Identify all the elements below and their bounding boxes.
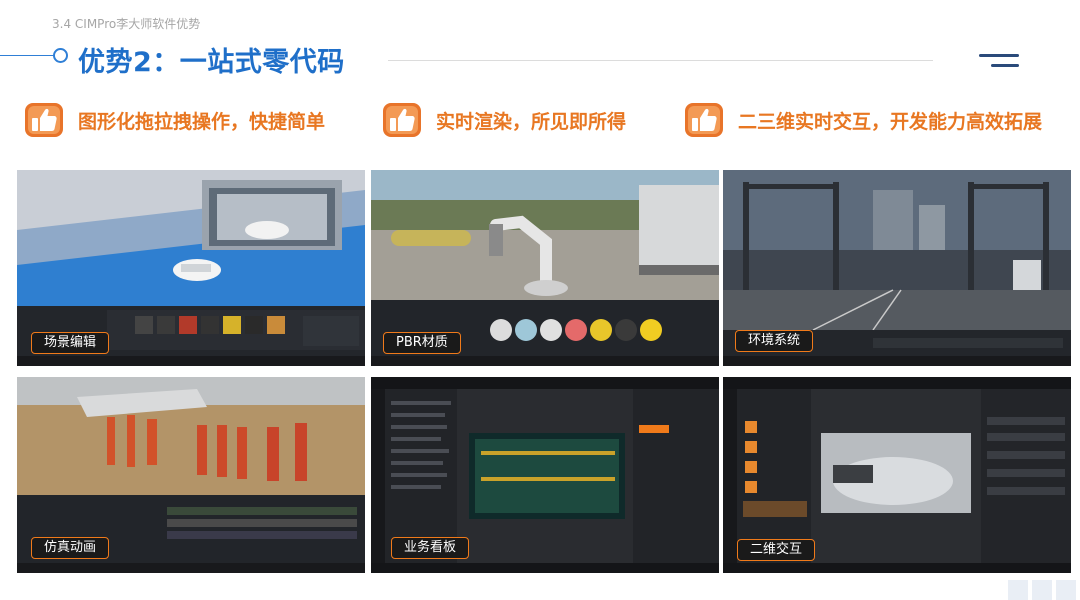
screenshot-business-dashboard[interactable]: 业务看板 — [371, 377, 719, 573]
feature-text: 实时渲染，所见即所得 — [436, 110, 627, 133]
title-row: 优势2：一站式零代码 — [0, 36, 1080, 80]
feature-text: 二三维实时交互，开发能力高效拓展 — [738, 110, 1043, 133]
screenshot-environment[interactable]: 环境系统 — [723, 170, 1071, 366]
feature-item: 图形化拖拉拽操作，快捷简单 — [22, 98, 325, 142]
screenshot-caption: 场景编辑 — [31, 332, 110, 354]
screenshot-caption: 二维交互 — [737, 539, 816, 561]
corner-decoration — [1008, 578, 1080, 600]
thumbs-up-icon — [380, 99, 426, 141]
thumbs-up-icon — [682, 99, 728, 141]
feature-text: 图形化拖拉拽操作，快捷简单 — [78, 110, 326, 133]
screenshot-simulation-animation[interactable]: 仿真动画 — [17, 377, 365, 573]
screenshot-2d-interaction[interactable]: 二维交互 — [723, 377, 1071, 573]
screenshot-caption: 业务看板 — [391, 537, 470, 559]
feature-list: 图形化拖拉拽操作，快捷简单 实时渲染，所见即所得 二三维实时交互，开发能力高效拓… — [0, 98, 1080, 142]
page-title: 优势2：一站式零代码 — [78, 47, 345, 78]
title-divider — [388, 60, 933, 61]
screenshot-pbr-material[interactable]: PBR材质 — [371, 170, 719, 366]
section-label: 3.4 CIMPro李大师软件优势 — [52, 17, 201, 31]
slide: 3.4 CIMPro李大师软件优势 优势2：一站式零代码 图形化拖拉拽操作，快捷… — [0, 0, 1080, 600]
screenshot-caption: 环境系统 — [735, 330, 814, 352]
screenshot-caption: PBR材质 — [383, 332, 461, 354]
feature-item: 二三维实时交互，开发能力高效拓展 — [682, 98, 1042, 142]
feature-item: 实时渲染，所见即所得 — [380, 98, 626, 142]
menu-icon[interactable] — [975, 54, 1019, 74]
title-accent-line — [0, 55, 56, 56]
title-dot-icon — [53, 48, 68, 63]
screenshot-caption: 仿真动画 — [31, 537, 110, 559]
thumbs-up-icon — [22, 99, 68, 141]
screenshot-scene-editor[interactable]: 场景编辑 — [17, 170, 365, 366]
